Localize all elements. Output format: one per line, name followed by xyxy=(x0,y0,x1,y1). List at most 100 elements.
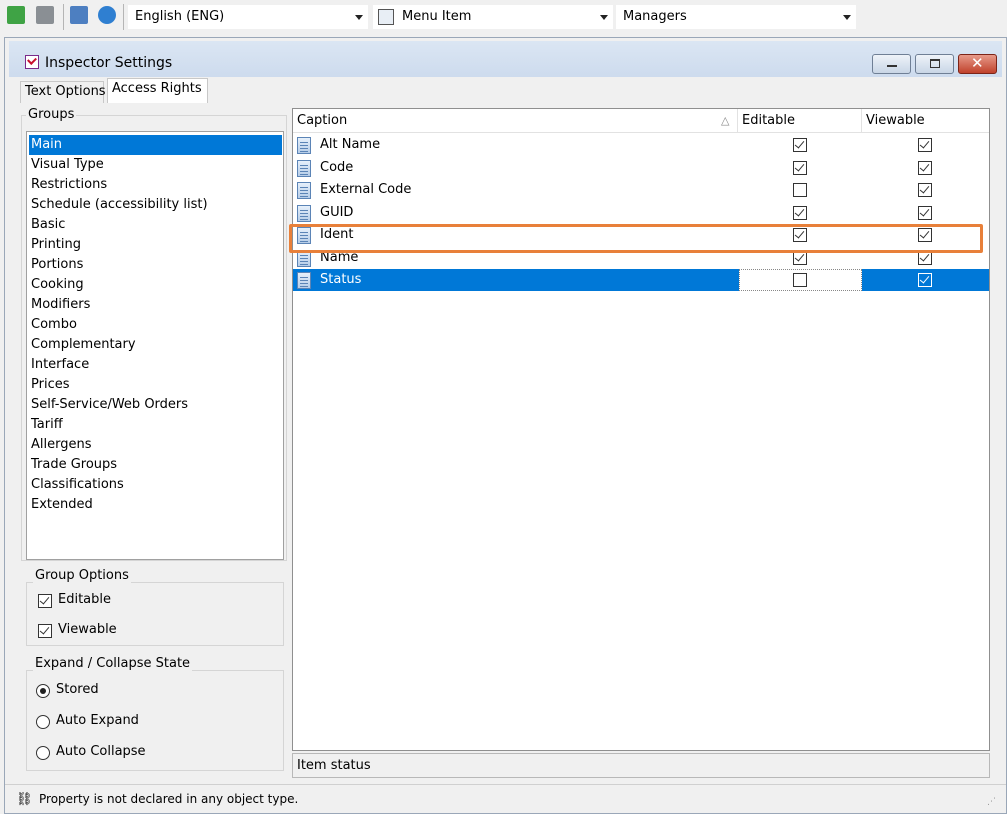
window-title: Inspector Settings xyxy=(45,55,173,71)
object-type-dropdown[interactable]: Menu Item xyxy=(373,5,613,29)
viewable-checkbox[interactable] xyxy=(918,273,932,287)
list-item[interactable]: Interface xyxy=(29,355,282,375)
auto-expand-radio[interactable] xyxy=(36,715,50,729)
maximize-icon xyxy=(930,59,940,68)
list-item[interactable]: Basic xyxy=(29,215,282,235)
maximize-button[interactable] xyxy=(915,54,954,74)
list-item[interactable]: Complementary xyxy=(29,335,282,355)
resize-grip-icon[interactable]: ⋰ xyxy=(987,797,996,807)
chevron-down-icon xyxy=(843,15,851,20)
list-item[interactable]: Self-Service/Web Orders xyxy=(29,395,282,415)
tab-text-options[interactable]: Text Options xyxy=(20,81,106,103)
document-icon xyxy=(297,182,311,199)
language-value: English (ENG) xyxy=(135,9,225,24)
inspector-settings-window: Inspector Settings ✕ Text Options Access… xyxy=(4,37,1007,814)
close-button[interactable]: ✕ xyxy=(958,54,997,74)
settings-check-icon xyxy=(25,55,39,69)
toolbar: English (ENG) Menu Item Managers xyxy=(0,0,1007,35)
list-item[interactable]: Tariff xyxy=(29,415,282,435)
editable-checkbox[interactable] xyxy=(793,138,807,152)
editable-checkbox[interactable] xyxy=(793,160,807,175)
column-header-caption-label: Caption xyxy=(297,113,348,128)
forward-arrow-icon[interactable] xyxy=(36,6,54,24)
viewable-checkbox[interactable] xyxy=(918,138,932,152)
document-icon xyxy=(297,137,311,154)
access-rights-grid[interactable]: Caption △ Editable Viewable Alt Name Code… xyxy=(292,108,990,751)
chevron-down-icon xyxy=(355,15,363,20)
status-bar: ⛓ Property is not declared in any object… xyxy=(5,784,1006,814)
viewable-checkbox-label: Viewable xyxy=(58,622,117,637)
tab-label: Text Options xyxy=(25,84,106,99)
list-item[interactable]: Prices xyxy=(29,375,282,395)
role-dropdown[interactable]: Managers xyxy=(616,5,856,29)
table-row[interactable]: Alt Name xyxy=(293,134,989,156)
sort-ascending-icon: △ xyxy=(721,114,730,127)
save-icon[interactable] xyxy=(70,6,88,24)
link-icon: ⛓ xyxy=(16,792,33,807)
editable-checkbox[interactable] xyxy=(793,205,807,220)
viewable-checkbox[interactable] xyxy=(38,624,52,638)
role-value: Managers xyxy=(623,9,687,24)
editable-checkbox-label: Editable xyxy=(58,592,112,607)
list-item[interactable]: Main xyxy=(29,135,282,155)
stored-radio-label: Stored xyxy=(56,682,99,697)
description-text: Item status xyxy=(297,758,371,773)
groups-label: Groups xyxy=(26,107,77,122)
stored-radio[interactable] xyxy=(36,684,50,698)
auto-expand-radio-label: Auto Expand xyxy=(56,713,139,728)
list-item[interactable]: Modifiers xyxy=(29,295,282,315)
back-arrow-icon[interactable] xyxy=(7,6,25,24)
language-dropdown[interactable]: English (ENG) xyxy=(128,5,368,29)
document-icon xyxy=(297,204,311,222)
table-row[interactable]: External Code xyxy=(293,179,989,201)
toolbar-separator xyxy=(63,4,64,30)
list-item[interactable]: Classifications xyxy=(29,475,282,495)
editable-checkbox[interactable] xyxy=(38,594,52,608)
group-options-label: Group Options xyxy=(33,568,131,583)
description-panel: Item status xyxy=(292,753,990,778)
row-caption: Code xyxy=(320,159,354,175)
minimize-button[interactable] xyxy=(872,54,911,74)
refresh-icon[interactable] xyxy=(98,6,116,24)
object-type-value: Menu Item xyxy=(402,9,472,24)
viewable-checkbox[interactable] xyxy=(918,205,932,220)
table-row[interactable]: Status xyxy=(293,269,989,291)
status-bar-text: Property is not declared in any object t… xyxy=(39,792,299,806)
viewable-checkbox[interactable] xyxy=(918,160,932,175)
title-bar: Inspector Settings ✕ xyxy=(9,41,1002,77)
viewable-checkbox[interactable] xyxy=(918,183,932,197)
document-icon xyxy=(297,159,311,177)
tab-access-rights[interactable]: Access Rights xyxy=(107,78,208,103)
list-item[interactable]: Printing xyxy=(29,235,282,255)
list-item[interactable]: Combo xyxy=(29,315,282,335)
document-icon xyxy=(297,272,311,289)
expand-collapse-label: Expand / Collapse State xyxy=(33,656,193,671)
groups-list[interactable]: Main Visual Type Restrictions Schedule (acc… xyxy=(26,131,284,560)
selected-row-highlight xyxy=(289,224,983,253)
column-header-viewable[interactable]: Viewable xyxy=(862,109,989,133)
list-item[interactable]: Allergens xyxy=(29,435,282,455)
editable-checkbox[interactable] xyxy=(793,273,807,287)
auto-collapse-radio[interactable] xyxy=(36,746,50,760)
table-row[interactable]: Code xyxy=(293,157,989,179)
column-header-caption[interactable]: Caption △ xyxy=(293,109,738,133)
list-item[interactable]: Trade Groups xyxy=(29,455,282,475)
list-item[interactable]: Visual Type xyxy=(29,155,282,175)
column-header-editable-label: Editable xyxy=(742,113,796,128)
editable-checkbox[interactable] xyxy=(793,183,807,197)
list-item[interactable]: Portions xyxy=(29,255,282,275)
table-row[interactable]: GUID xyxy=(293,202,989,224)
list-item[interactable]: Cooking xyxy=(29,275,282,295)
minimize-icon xyxy=(887,65,897,67)
row-caption: Alt Name xyxy=(320,137,381,152)
close-icon: ✕ xyxy=(971,54,984,72)
column-header-viewable-label: Viewable xyxy=(866,113,925,128)
list-item[interactable]: Extended xyxy=(29,495,282,515)
column-header-editable[interactable]: Editable xyxy=(738,109,862,133)
row-caption: External Code xyxy=(320,182,412,197)
tab-label: Access Rights xyxy=(112,81,202,96)
row-caption: GUID xyxy=(320,204,354,220)
list-item[interactable]: Schedule (accessibility list) xyxy=(29,195,282,215)
list-item[interactable]: Restrictions xyxy=(29,175,282,195)
row-caption: Status xyxy=(320,272,362,287)
